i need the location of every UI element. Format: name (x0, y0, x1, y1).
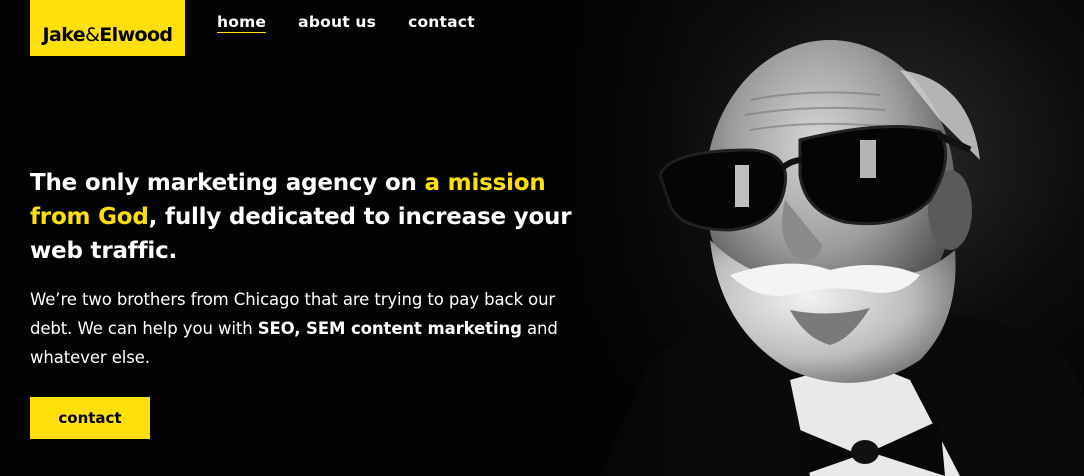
nav-link-home[interactable]: home (217, 13, 267, 33)
headline-text-start: The only marketing agency on (30, 170, 425, 196)
nav-link-about-us[interactable]: about us (298, 13, 376, 32)
logo-text-jake: Jake (42, 24, 86, 46)
nav-item-about-us: about us (298, 12, 376, 33)
nav-item-home: home (217, 12, 267, 33)
nav-link-contact[interactable]: contact (408, 13, 475, 32)
hero-headline: The only marketing agency on a mission f… (30, 166, 575, 268)
hero-portrait-image (560, 0, 1084, 476)
intro-bold-services: SEO, SEM content marketing (257, 319, 522, 338)
nav-item-contact: contact (408, 12, 475, 33)
landing-page: Jake & Elwood home about us contact The on… (0, 0, 1084, 476)
hero-intro-text: We’re two brothers from Chicago that are… (30, 285, 560, 372)
main-nav: home about us contact (217, 12, 475, 33)
logo-ampersand: & (85, 24, 100, 46)
contact-button[interactable]: contact (30, 397, 150, 439)
logo-text-elwood: Elwood (99, 24, 173, 46)
brand-logo[interactable]: Jake & Elwood (30, 0, 185, 56)
